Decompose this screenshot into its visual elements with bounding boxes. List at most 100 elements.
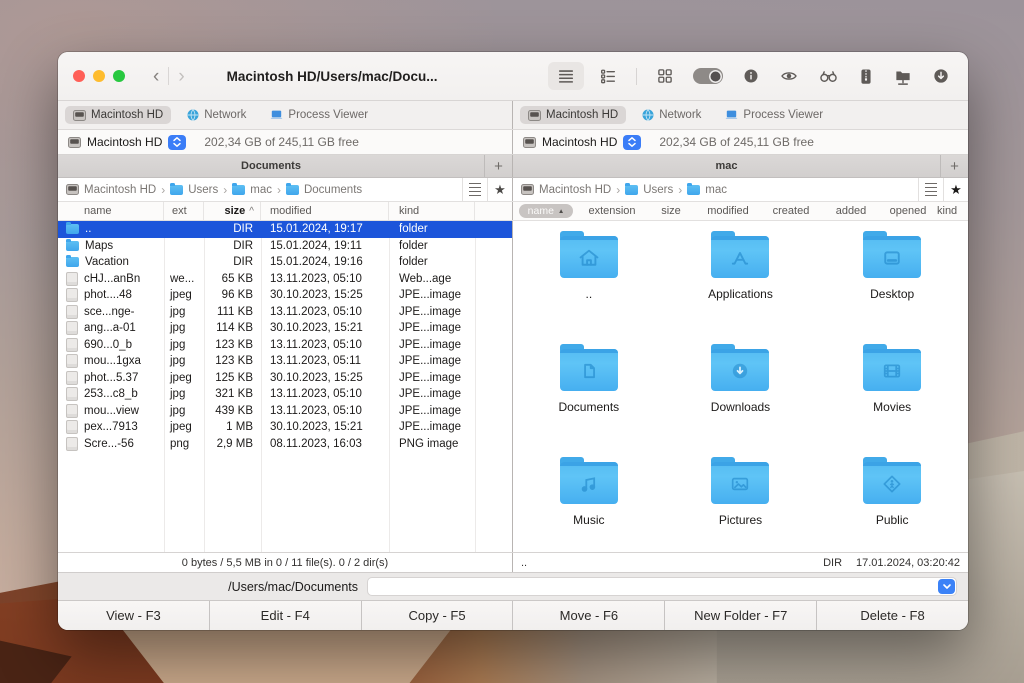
cell-name: mou...1gxa: [58, 353, 164, 370]
table-row[interactable]: sce...nge-jpg111 KB13.11.2023, 05:10JPE.…: [58, 304, 512, 321]
column-header-added[interactable]: added: [823, 205, 879, 217]
function-bar: View - F3 Edit - F4 Copy - F5 Move - F6 …: [58, 600, 968, 630]
grid-item-public[interactable]: Public: [816, 457, 968, 527]
column-header-ext[interactable]: ext: [164, 202, 204, 220]
column-header-kind[interactable]: kind: [937, 205, 968, 217]
back-button[interactable]: [153, 67, 159, 86]
detailed-list-icon: [599, 67, 617, 85]
breadcrumb-item[interactable]: Users: [188, 184, 218, 196]
grid-item-parent[interactable]: ..: [513, 231, 665, 301]
table-row[interactable]: phot...5.37jpeg125 KB30.10.2023, 15:25JP…: [58, 370, 512, 387]
view-list-button[interactable]: [548, 62, 584, 90]
search-button[interactable]: [818, 67, 839, 85]
column-header-created[interactable]: created: [759, 205, 823, 217]
tab-macintosh-hd[interactable]: Macintosh HD: [65, 106, 171, 124]
grid-item-pictures[interactable]: Pictures: [665, 457, 817, 527]
tab-network[interactable]: Network: [634, 106, 709, 124]
table-row[interactable]: pex...7913jpeg1 MB30.10.2023, 15:21JPE..…: [58, 419, 512, 436]
cell-kind: PNG image: [389, 436, 475, 453]
breadcrumb: Macintosh HD Users mac: [521, 183, 727, 197]
grid-item-downloads[interactable]: Downloads: [665, 344, 817, 414]
folder-tab[interactable]: mac: [513, 160, 940, 172]
breadcrumb-item[interactable]: Users: [643, 184, 673, 196]
preview-button[interactable]: [779, 67, 799, 85]
status-kind: DIR: [823, 557, 842, 569]
column-header-name[interactable]: name: [58, 202, 164, 220]
forward-button[interactable]: [178, 67, 184, 86]
add-tab-button[interactable]: [484, 155, 512, 177]
command-history-button[interactable]: [938, 579, 955, 594]
table-row[interactable]: 253...c8_bjpg321 KB13.11.2023, 05:10JPE.…: [58, 386, 512, 403]
table-row[interactable]: 690...0_bjpg123 KB13.11.2023, 05:10JPE..…: [58, 337, 512, 354]
drive-selector-stepper[interactable]: [168, 135, 186, 150]
table-row[interactable]: MapsDIR15.01.2024, 19:11folder: [58, 238, 512, 255]
tab-macintosh-hd[interactable]: Macintosh HD: [520, 106, 626, 124]
column-header-size[interactable]: size: [645, 205, 697, 217]
cell-modified: 15.01.2024, 19:16: [261, 254, 389, 271]
grid-item-movies[interactable]: Movies: [816, 344, 968, 414]
cell-modified: 30.10.2023, 15:21: [261, 320, 389, 337]
table-row[interactable]: cHJ...anBnwe...65 KB13.11.2023, 05:10Web…: [58, 271, 512, 288]
new-folder-f7-button[interactable]: New Folder - F7: [665, 601, 817, 630]
column-header-extension[interactable]: extension: [579, 205, 645, 217]
breadcrumb-item[interactable]: Documents: [304, 184, 362, 196]
path-menu-button[interactable]: [462, 178, 487, 201]
tab-network[interactable]: Network: [179, 106, 254, 124]
table-row[interactable]: VacationDIR15.01.2024, 19:16folder: [58, 254, 512, 271]
zoom-button[interactable]: [113, 70, 125, 82]
tab-process-viewer[interactable]: Process Viewer: [717, 106, 831, 124]
close-button[interactable]: [73, 70, 85, 82]
view-detailed-button[interactable]: [599, 67, 617, 85]
column-header-kind[interactable]: kind: [389, 202, 475, 220]
path-menu-button[interactable]: [918, 178, 943, 201]
column-header-size[interactable]: size: [204, 202, 261, 220]
column-header-modified[interactable]: modified: [697, 205, 759, 217]
table-row[interactable]: phot....48jpeg96 KB30.10.2023, 15:25JPE.…: [58, 287, 512, 304]
cell-size: 111 KB: [204, 304, 261, 321]
table-row[interactable]: mou...viewjpg439 KB13.11.2023, 05:10JPE.…: [58, 403, 512, 420]
cell-size: DIR: [204, 221, 261, 238]
grid-item-documents[interactable]: Documents: [513, 344, 665, 414]
breadcrumb-item[interactable]: mac: [250, 184, 272, 196]
grid-item-music[interactable]: Music: [513, 457, 665, 527]
free-space-label: 202,34 GB of 245,11 GB free: [204, 135, 359, 149]
drive-selector[interactable]: Macintosh HD: [87, 135, 162, 149]
tab-process-viewer[interactable]: Process Viewer: [262, 106, 376, 124]
archive-button[interactable]: [858, 67, 874, 86]
grid-item-applications[interactable]: Applications: [665, 231, 817, 301]
download-button[interactable]: [932, 67, 950, 85]
breadcrumb-item[interactable]: mac: [705, 184, 727, 196]
breadcrumb-item[interactable]: Macintosh HD: [539, 184, 611, 196]
favorites-button[interactable]: [943, 178, 968, 201]
copy-f5-button[interactable]: Copy - F5: [362, 601, 514, 630]
column-header-opened[interactable]: opened: [879, 205, 937, 217]
edit-f4-button[interactable]: Edit - F4: [210, 601, 362, 630]
folder-tab[interactable]: Documents: [58, 160, 484, 172]
table-row[interactable]: ..DIR15.01.2024, 19:17folder: [58, 221, 512, 238]
toggle-switch[interactable]: [693, 68, 723, 84]
cell-modified: 13.11.2023, 05:10: [261, 304, 389, 321]
drive-selector-stepper[interactable]: [623, 135, 641, 150]
grid-item-desktop[interactable]: Desktop: [816, 231, 968, 301]
minimize-button[interactable]: [93, 70, 105, 82]
cell-name: pex...7913: [58, 419, 164, 436]
view-f3-button[interactable]: View - F3: [58, 601, 210, 630]
table-row[interactable]: Scre...-56png2,9 MB08.11.2023, 16:03PNG …: [58, 436, 512, 453]
command-bar: /Users/mac/Documents: [58, 572, 968, 600]
view-grid-button[interactable]: [656, 67, 674, 85]
command-input[interactable]: [367, 577, 957, 596]
column-header-modified[interactable]: modified: [261, 202, 389, 220]
delete-f8-button[interactable]: Delete - F8: [817, 601, 968, 630]
info-button[interactable]: [742, 67, 760, 85]
column-header-name[interactable]: name: [519, 204, 574, 218]
drive-selector[interactable]: Macintosh HD: [542, 135, 617, 149]
move-f6-button[interactable]: Move - F6: [513, 601, 665, 630]
favorites-button[interactable]: [487, 178, 512, 201]
add-tab-button[interactable]: [940, 155, 968, 177]
breadcrumb-item[interactable]: Macintosh HD: [84, 184, 156, 196]
network-button[interactable]: [893, 67, 913, 86]
table-row[interactable]: mou...1gxajpg123 KB13.11.2023, 05:11JPE.…: [58, 353, 512, 370]
table-row[interactable]: ang...a-01jpg114 KB30.10.2023, 15:21JPE.…: [58, 320, 512, 337]
cell-kind: JPE...image: [389, 419, 475, 436]
cell-name: phot....48: [58, 287, 164, 304]
